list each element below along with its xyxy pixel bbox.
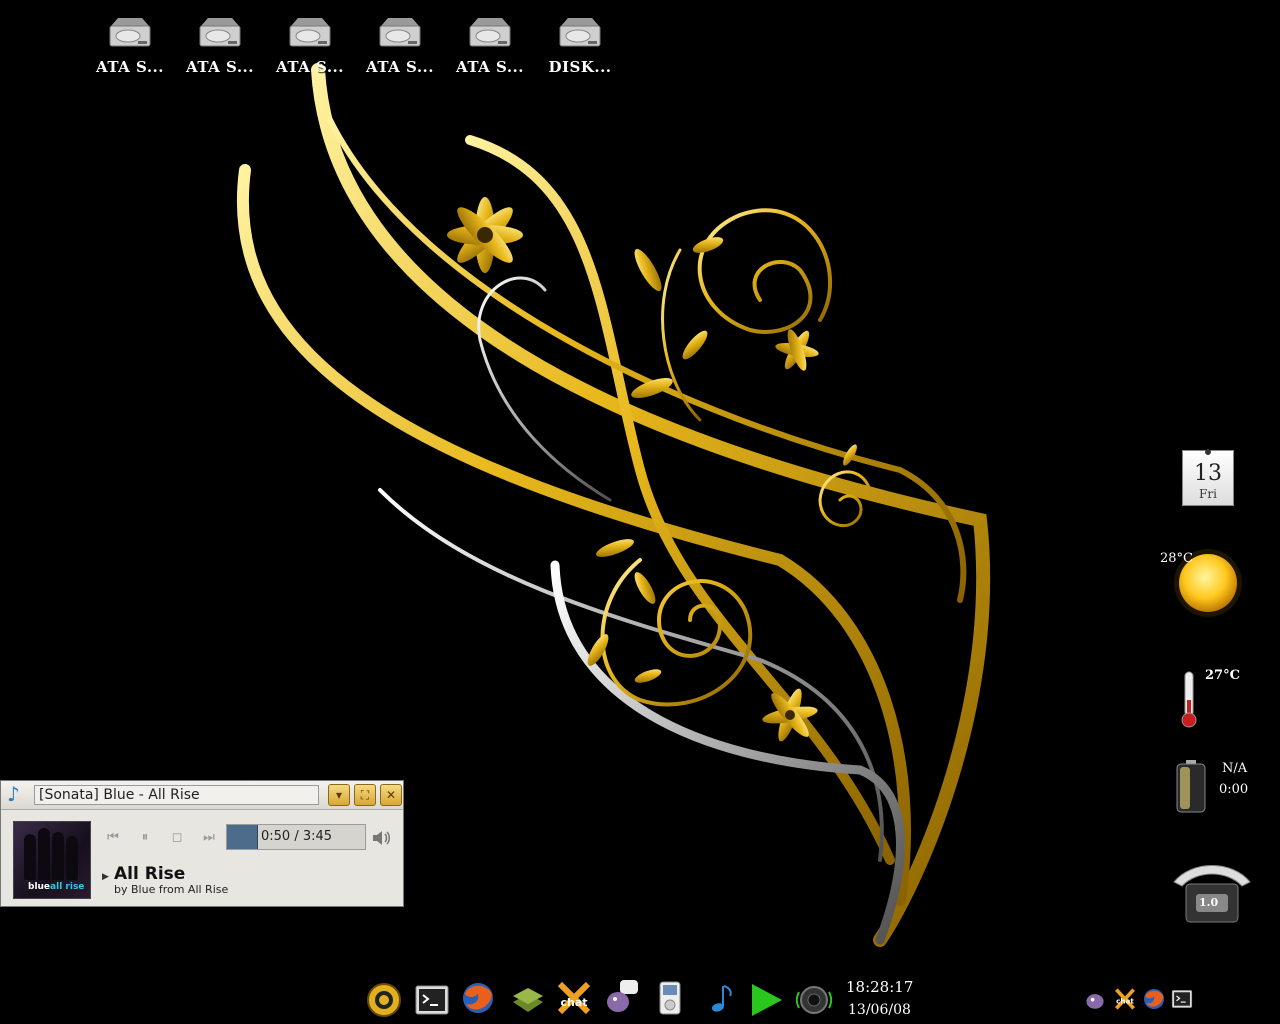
- volume-button[interactable]: [371, 828, 393, 848]
- pidgin-tray-icon[interactable]: [1084, 988, 1106, 1010]
- pause-icon: ⏸: [141, 830, 149, 845]
- calendar-ring-icon: [1205, 449, 1211, 455]
- battery-time: 0:00: [1219, 782, 1249, 797]
- window-title: [Sonata] Blue - All Rise: [34, 785, 319, 805]
- minimize-button[interactable]: ▾: [328, 784, 350, 806]
- calendar-weekday: Fri: [1199, 487, 1217, 501]
- close-icon: ✕: [385, 788, 397, 802]
- minimize-icon: ▾: [335, 788, 343, 802]
- hard-drive-icon: [559, 18, 601, 47]
- music-note-icon[interactable]: [702, 982, 738, 1018]
- firefox-icon[interactable]: [460, 980, 496, 1016]
- desktop-icon-ata-5[interactable]: ATA S...: [450, 16, 530, 76]
- books-icon[interactable]: [510, 980, 546, 1016]
- pause-button[interactable]: ⏸: [136, 829, 154, 847]
- hard-drive-icon: [109, 18, 151, 47]
- terminal-icon[interactable]: [414, 982, 450, 1018]
- album-caption: blueall rise: [28, 882, 85, 892]
- window-titlebar[interactable]: ♪ [Sonata] Blue - All Rise ▾ ⛶ ✕: [1, 781, 403, 810]
- stop-button[interactable]: ◻: [168, 829, 186, 847]
- volume-icon: [373, 831, 390, 845]
- progress-fill: [227, 825, 258, 849]
- song-details: by Blue from All Rise: [114, 883, 229, 896]
- weather-temp: 28°C: [1160, 551, 1193, 566]
- sonata-player-window[interactable]: ♪ [Sonata] Blue - All Rise ▾ ⛶ ✕ blueall…: [0, 780, 404, 907]
- meter-value: 1.0: [1199, 896, 1219, 909]
- progress-bar[interactable]: 0:50 / 3:45: [226, 824, 366, 850]
- hard-drive-icon: [289, 18, 331, 47]
- play-icon[interactable]: [748, 982, 784, 1018]
- ipod-icon[interactable]: [652, 980, 688, 1016]
- system-menu-icon[interactable]: [366, 982, 402, 1018]
- skip-back-icon: ⏮: [107, 830, 119, 845]
- maximize-button[interactable]: ⛶: [354, 784, 376, 806]
- clock-time: 18:28:17: [846, 978, 914, 996]
- calendar-day: 13: [1194, 461, 1222, 486]
- desktop-icon-label: ATA S...: [96, 58, 164, 76]
- previous-button[interactable]: ⏮: [104, 829, 122, 847]
- desktop-icon-label: ATA S...: [186, 58, 254, 76]
- hard-drive-icon: [199, 18, 241, 47]
- battery-status: N/A: [1222, 761, 1248, 776]
- desktop-icon-label: ATA S...: [456, 58, 524, 76]
- hard-drive-icon: [379, 18, 421, 47]
- song-title: All Rise: [114, 864, 186, 884]
- desktop-icon-ata-2[interactable]: ATA S...: [180, 16, 260, 76]
- battery-icon: [1176, 760, 1206, 813]
- desktop-icon-ata-3[interactable]: ATA S...: [270, 16, 350, 76]
- xchat-icon[interactable]: chat: [556, 980, 592, 1016]
- close-button[interactable]: ✕: [380, 784, 402, 806]
- desktop-icon-disk[interactable]: DISK...: [540, 16, 620, 76]
- thermometer-icon: [1181, 671, 1197, 728]
- xchat-tray-icon[interactable]: chat: [1112, 988, 1138, 1010]
- speaker-icon[interactable]: [796, 982, 832, 1018]
- album-art[interactable]: blueall rise: [13, 821, 91, 899]
- terminal-tray-icon[interactable]: [1171, 988, 1193, 1010]
- hard-drive-icon: [469, 18, 511, 47]
- desktop-icon-ata-1[interactable]: ATA S...: [90, 16, 170, 76]
- svg-text:chat: chat: [1116, 996, 1134, 1005]
- clock-date: 13/06/08: [848, 1002, 911, 1018]
- stop-icon: ◻: [171, 830, 183, 845]
- gauge-icon: [1173, 865, 1251, 923]
- firefox-tray-icon[interactable]: [1142, 987, 1166, 1011]
- desktop-icon-label: ATA S...: [276, 58, 344, 76]
- thermometer-temp: 27°C: [1205, 668, 1240, 683]
- elapsed-time: 0:50 / 3:45: [261, 829, 333, 844]
- expander-arrow-icon[interactable]: ▶: [102, 872, 109, 882]
- maximize-icon: ⛶: [360, 788, 370, 802]
- desktop-icon-label: DISK...: [548, 58, 612, 76]
- calendar-widget[interactable]: 13 Fri: [1182, 449, 1234, 506]
- next-button[interactable]: ⏭: [200, 829, 218, 847]
- desktop-icon-ata-4[interactable]: ATA S...: [360, 16, 440, 76]
- desktop-icon-label: ATA S...: [366, 58, 434, 76]
- svg-text:chat: chat: [560, 996, 587, 1009]
- pidgin-icon[interactable]: [604, 978, 640, 1014]
- music-note-icon: ♪: [7, 782, 20, 806]
- skip-forward-icon: ⏭: [203, 830, 215, 845]
